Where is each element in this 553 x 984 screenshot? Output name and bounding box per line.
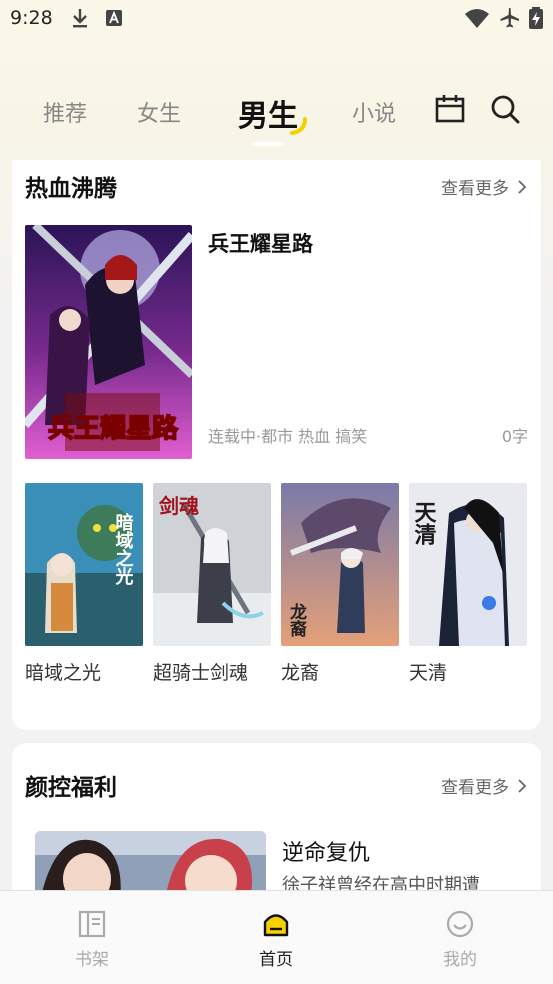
see-more-button[interactable]: 查看更多 bbox=[441, 773, 529, 798]
tab-recommend[interactable]: 推荐 bbox=[43, 96, 87, 128]
featured-cover-title: 兵王耀星路 bbox=[48, 413, 179, 444]
comic-cover-art: 剑魂 bbox=[153, 483, 271, 646]
nav-home[interactable]: 首页 bbox=[236, 909, 316, 970]
home-icon bbox=[263, 914, 289, 937]
profile-icon bbox=[446, 910, 474, 938]
battery-charging-icon bbox=[529, 7, 543, 29]
comic-cover-art: 天清 bbox=[409, 483, 527, 646]
comic-title: 龙裔 bbox=[281, 662, 320, 684]
featured-comic-title[interactable]: 兵王耀星路 bbox=[208, 228, 313, 258]
comic-title: 暗域之光 bbox=[25, 662, 102, 684]
comic-cover-title: 天清 bbox=[411, 501, 437, 545]
see-more-button[interactable]: 查看更多 bbox=[441, 174, 529, 199]
nav-label: 书架 bbox=[75, 950, 109, 970]
download-icon bbox=[73, 9, 87, 28]
status-time: 9:28 bbox=[10, 7, 53, 29]
section-title: 热血沸腾 bbox=[25, 176, 117, 202]
comic-title: 超骑士剑魂 bbox=[153, 662, 249, 684]
comic-cover-art: 龙裔 bbox=[281, 483, 399, 646]
featured-comic-meta: 连载中·都市 热血 搞笑 bbox=[208, 427, 368, 446]
comic-cover: 暗域之光 bbox=[25, 483, 143, 646]
comic-item[interactable]: 暗域之光 暗域之光 bbox=[25, 483, 143, 685]
nav-label: 我的 bbox=[443, 950, 477, 970]
comic-cover: 剑魂 bbox=[153, 483, 271, 646]
comic-cover-title: 龙裔 bbox=[286, 602, 308, 638]
comic-cover-art: 暗域之光 bbox=[25, 483, 143, 646]
status-bar: 9:28 bbox=[0, 0, 553, 38]
section-hot-blood: 热血沸腾 查看更多 兵王耀星路 兵王耀星路 连载中·都市 热血 搞笑 0字 暗域… bbox=[12, 160, 541, 730]
featured-comic-cover[interactable]: 兵王耀星路 bbox=[25, 225, 192, 459]
comic-cover-title: 剑魂 bbox=[158, 494, 199, 518]
featured-cover-art: 兵王耀星路 bbox=[25, 225, 192, 459]
comic-cover-title: 暗域之光 bbox=[113, 512, 135, 586]
keyboard-notification-icon bbox=[106, 10, 122, 26]
search-icon[interactable] bbox=[489, 93, 521, 125]
calendar-icon[interactable] bbox=[434, 93, 466, 125]
comic-item[interactable]: 剑魂 超骑士剑魂 bbox=[153, 483, 271, 685]
chevron-right-icon bbox=[518, 778, 527, 793]
wifi-icon bbox=[465, 9, 489, 28]
comic-item[interactable]: 天清 天清 bbox=[409, 483, 527, 685]
tab-female[interactable]: 女生 bbox=[137, 96, 181, 128]
comic-cover: 龙裔 bbox=[281, 483, 399, 646]
comic-cover: 天清 bbox=[409, 483, 527, 646]
see-more-label: 查看更多 bbox=[441, 179, 509, 199]
bottom-navigation: 书架 首页 我的 bbox=[0, 890, 553, 984]
nav-profile[interactable]: 我的 bbox=[420, 909, 500, 970]
airplane-mode-icon bbox=[500, 8, 519, 28]
active-tab-underline bbox=[252, 142, 284, 146]
comic-title[interactable]: 逆命复仇 bbox=[282, 835, 370, 867]
comic-item[interactable]: 龙裔 龙裔 bbox=[281, 483, 399, 685]
section-title: 颜控福利 bbox=[25, 775, 117, 801]
see-more-label: 查看更多 bbox=[441, 778, 509, 798]
tab-novel[interactable]: 小说 bbox=[352, 96, 396, 128]
active-tab-indicator-icon bbox=[290, 117, 307, 135]
chevron-right-icon bbox=[518, 179, 527, 194]
nav-bookshelf[interactable]: 书架 bbox=[52, 909, 132, 970]
bookshelf-icon bbox=[78, 910, 106, 938]
comic-title: 天清 bbox=[409, 662, 448, 684]
nav-label: 首页 bbox=[259, 950, 293, 970]
featured-word-count: 0字 bbox=[501, 427, 528, 446]
